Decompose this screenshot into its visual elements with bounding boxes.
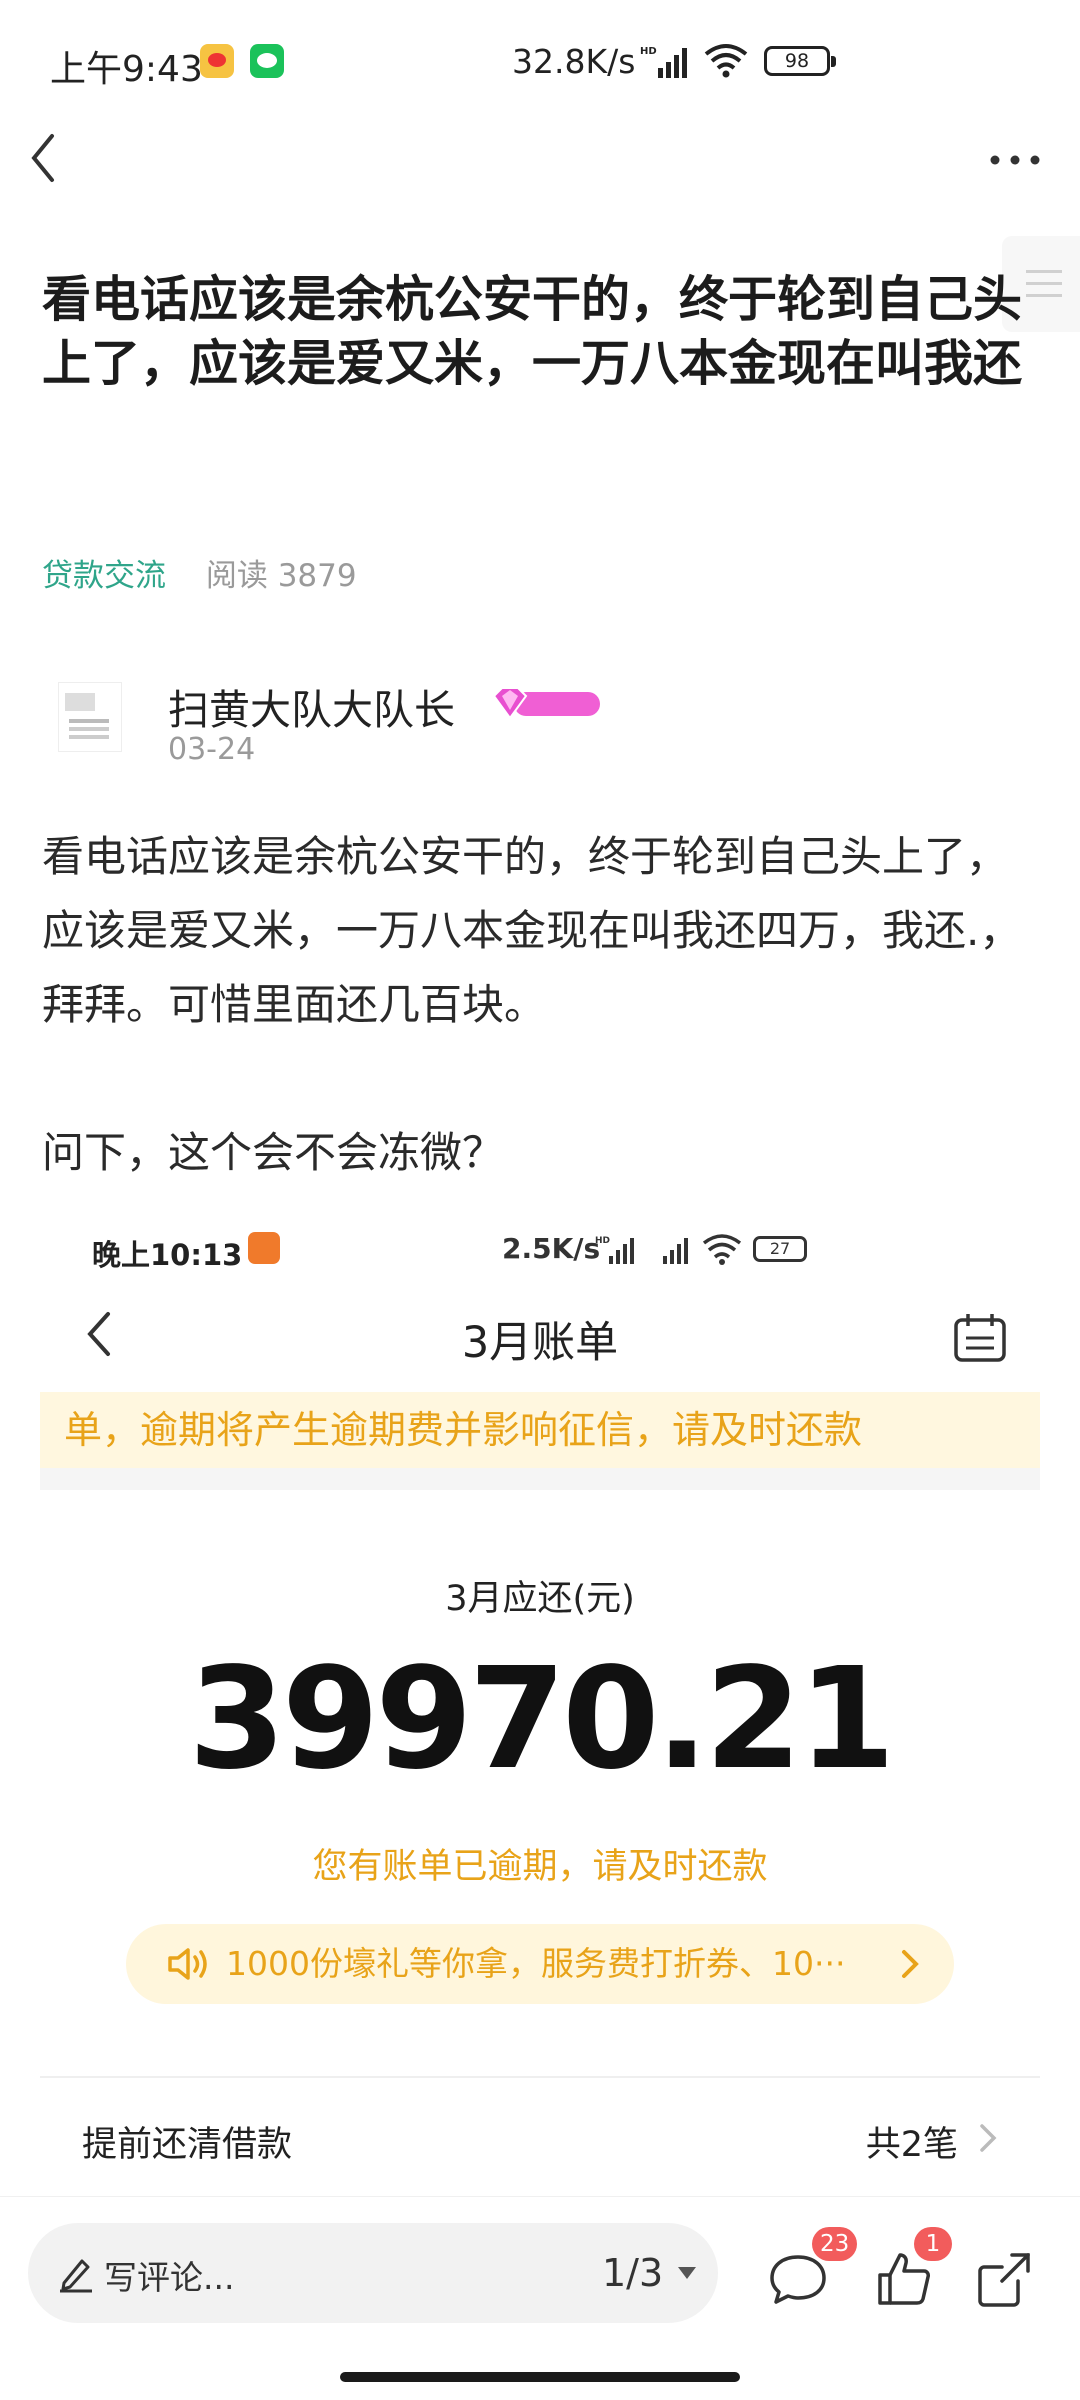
- avatar[interactable]: [58, 682, 122, 752]
- chevron-right-icon: [902, 1950, 919, 1978]
- signal-icon: HD: [595, 1236, 688, 1264]
- overdue-message: 您有账单已逾期，请及时还款: [312, 1847, 768, 1887]
- svg-text:HD: HD: [640, 46, 657, 57]
- post-meta: 贷款交流 阅读 3879: [42, 550, 357, 595]
- speaker-icon: [168, 1948, 207, 1980]
- wechat-icon: [250, 44, 284, 78]
- comment-placeholder: 写评论...: [104, 2258, 235, 2297]
- network-speed: 32.8K/s: [512, 42, 636, 81]
- bottom-action-bar: 写评论... 1/3 23 1: [0, 2196, 1080, 2400]
- app-notification-icon: [248, 1232, 280, 1264]
- image-status-time: 晚上10:13: [92, 1238, 243, 1272]
- section-divider: [40, 1468, 1040, 1490]
- post-paragraph: 问下，这个会不会冻微？: [42, 1128, 505, 1177]
- wifi-icon: [704, 44, 748, 78]
- divider: [40, 2076, 1040, 2078]
- vip-badge-icon: [492, 687, 600, 720]
- chevron-left-icon[interactable]: [22, 128, 66, 188]
- battery-icon: 27: [753, 1236, 807, 1262]
- promo-text: 1000份壕礼等你拿，服务费打折券、10···: [226, 1944, 846, 1983]
- read-count: 阅读 3879: [205, 558, 357, 594]
- weibo-icon: [200, 44, 234, 78]
- battery-icon: 98: [764, 46, 836, 76]
- more-icon[interactable]: [985, 140, 1045, 180]
- comment-input[interactable]: 写评论... 1/3: [28, 2223, 718, 2323]
- home-indicator[interactable]: [340, 2372, 740, 2382]
- signal-icon: HD: [640, 46, 687, 78]
- like-count-badge: 1: [914, 2227, 952, 2261]
- calendar-icon: [954, 1314, 1006, 1362]
- pen-icon: [60, 2259, 92, 2293]
- due-amount: 39970.21: [188, 1638, 895, 1801]
- due-label: 3月应还(元): [445, 1579, 635, 1619]
- share-icon[interactable]: [972, 2247, 1036, 2311]
- post-body: 看电话应该是余杭公安干的，终于轮到自己头上了，应该是爱又米，一万八本金现在叫我还…: [42, 820, 1042, 1190]
- wifi-icon: [702, 1234, 742, 1265]
- post-image[interactable]: 晚上10:13 2.5K/s HD 27 3月账单 单，逾期将产生逾期费并影响征…: [40, 1198, 1040, 2198]
- overdue-notice-banner: 单，逾期将产生逾期费并影响征信，请及时还款: [40, 1392, 1040, 1468]
- bill-title: 3月账单: [461, 1318, 619, 1368]
- post-date: 03-24: [168, 732, 256, 767]
- image-network-speed: 2.5K/s: [502, 1232, 601, 1265]
- svg-text:HD: HD: [595, 1236, 610, 1246]
- status-time: 上午9:43: [50, 49, 203, 90]
- status-bar: 上午9:43 32.8K/s HD 98: [0, 0, 1080, 130]
- author-name[interactable]: 扫黄大队大队长: [168, 676, 455, 736]
- comment-count-badge: 23: [812, 2227, 858, 2261]
- prepay-label: 提前还清借款: [82, 2125, 293, 2165]
- post-title: 看电话应该是余杭公安干的，终于轮到自己头上了，应该是爱又米，一万八本金现在叫我还: [42, 271, 1023, 392]
- post-paragraph: 看电话应该是余杭公安干的，终于轮到自己头上了，应该是爱又米，一万八本金现在叫我还…: [42, 832, 1022, 1029]
- promo-banner: 1000份壕礼等你拿，服务费打折券、10···: [126, 1924, 954, 2004]
- topic-tag-link[interactable]: 贷款交流: [42, 558, 166, 594]
- chevron-right-icon: [980, 2124, 997, 2152]
- loan-count: 共2笔: [865, 2125, 958, 2165]
- page-indicator[interactable]: 1/3: [602, 2251, 663, 2295]
- caret-down-icon[interactable]: [676, 2265, 698, 2281]
